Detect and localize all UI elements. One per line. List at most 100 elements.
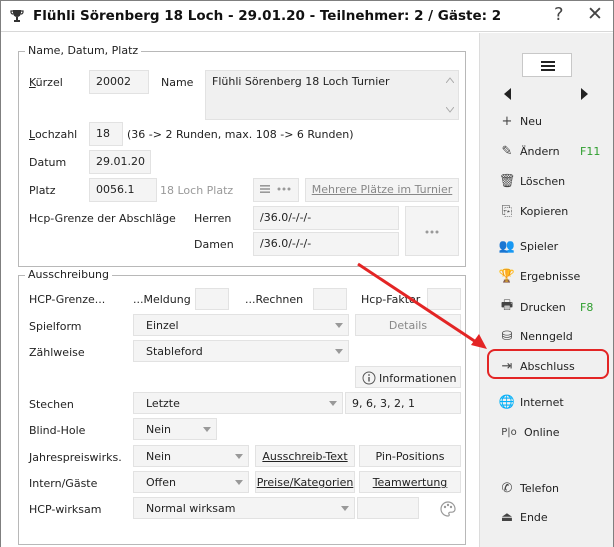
- ausschreibung-group: Ausschreibung HCP-Grenze... ...Meldung .…: [18, 268, 466, 545]
- players-icon: 👥: [498, 238, 516, 254]
- blind-hole-label: Blind-Hole: [29, 424, 86, 437]
- sidebar-item-ergebnisse[interactable]: 🏆 Ergebnisse: [498, 266, 580, 286]
- sidebar-item-spieler[interactable]: 👥 Spieler: [498, 236, 558, 256]
- chevron-down-icon: [203, 427, 211, 432]
- window-title: Flühli Sörenberg 18 Loch - 29.01.20 - Te…: [33, 8, 502, 24]
- chevron-down-icon: [235, 454, 243, 459]
- menu-dots-icon: [260, 185, 291, 193]
- help-icon[interactable]: ?: [554, 4, 564, 25]
- chevron-right-icon[interactable]: [580, 87, 590, 101]
- sidebar-item-nenngeld[interactable]: ⛁ Nenngeld: [498, 326, 573, 346]
- pencil-icon: ✎: [501, 143, 513, 159]
- sidebar-item-kopieren[interactable]: ⎘ Kopieren: [498, 201, 568, 221]
- zaehlweise-label: Zählweise: [29, 346, 85, 359]
- globe-icon: 🌐: [498, 394, 516, 410]
- platz-hint: 18 Loch Platz: [160, 184, 234, 197]
- hcp-grenze-short-label: HCP-Grenze...: [29, 293, 106, 306]
- abschluss-highlight: [487, 349, 609, 379]
- pio-icon: P|o: [501, 426, 517, 438]
- sidebar-item-aendern[interactable]: ✎ Ändern: [498, 141, 560, 161]
- preise-kategorien-button[interactable]: Preise/Kategorien: [255, 471, 355, 493]
- lochzahl-hint: (36 -> 2 Runden, max. 108 -> 6 Runden): [127, 128, 354, 141]
- stechen-select[interactable]: Letzte: [133, 392, 343, 414]
- phone-icon: ✆: [501, 480, 513, 496]
- chevron-down-icon: [335, 323, 343, 328]
- kuerzel-field[interactable]: 20002: [89, 70, 149, 94]
- title-bar: Flühli Sörenberg 18 Loch - 29.01.20 - Te…: [1, 1, 613, 32]
- rechnen-label: ...Rechnen: [245, 293, 304, 306]
- teamwertung-button[interactable]: Teamwertung: [359, 471, 461, 493]
- stechen-label: Stechen: [29, 398, 74, 411]
- damen-label: Damen: [194, 238, 234, 251]
- datum-field[interactable]: 29.01.20: [89, 150, 151, 174]
- meldung-label: ...Meldung: [133, 293, 191, 306]
- name-field[interactable]: Flühli Sörenberg 18 Loch Turnier: [205, 70, 459, 120]
- sidebar-item-neu[interactable]: + Neu: [498, 111, 542, 131]
- hcp-wirksam-extra-field[interactable]: [357, 497, 419, 519]
- shortcut-f8: F8: [580, 301, 594, 314]
- jahrespreis-label: Jahrespreiswirks.: [29, 451, 122, 464]
- rechnen-field[interactable]: [313, 288, 347, 310]
- chevron-down-icon: [335, 349, 343, 354]
- coins-icon: ⛁: [501, 328, 513, 344]
- stechen-holes-field[interactable]: 9, 6, 3, 2, 1: [345, 392, 461, 414]
- hcp-grenze-label: Hcp-Grenze der Abschläge: [29, 212, 176, 225]
- scroll-down-icon[interactable]: [446, 107, 454, 113]
- meldung-field[interactable]: [195, 288, 229, 310]
- spielform-select[interactable]: Einzel: [133, 314, 349, 336]
- sidebar-item-ende[interactable]: ⏏ Ende: [498, 507, 548, 527]
- spielform-label: Spielform: [29, 320, 82, 333]
- sidebar-item-internet[interactable]: 🌐 Internet: [498, 392, 564, 412]
- platz-field[interactable]: 0056.1: [89, 178, 157, 202]
- more-dots-icon: [425, 230, 439, 234]
- scroll-up-icon[interactable]: [446, 77, 454, 83]
- copy-icon: ⎘: [501, 203, 513, 219]
- platz-menu-button[interactable]: [253, 178, 299, 202]
- details-button[interactable]: Details: [355, 314, 461, 336]
- kuerzel-label: Kürzel: [29, 76, 63, 89]
- herren-field[interactable]: /36.0/-/-/-: [253, 206, 399, 230]
- platz-label: Platz: [29, 184, 56, 197]
- trophy-icon: 🏆: [498, 268, 516, 284]
- main-panel: Name, Datum, Platz Kürzel 20002 Name Flü…: [1, 33, 479, 547]
- close-icon[interactable]: ✕: [587, 3, 603, 25]
- sidebar-item-telefon[interactable]: ✆ Telefon: [498, 478, 559, 498]
- trash-icon: 🗑: [498, 173, 516, 189]
- info-icon: [362, 371, 376, 385]
- intern-gaeste-select[interactable]: Offen: [133, 471, 249, 493]
- shortcut-f11: F11: [580, 145, 601, 158]
- chevron-down-icon: [235, 480, 243, 485]
- sidebar-item-drucken[interactable]: 🖶 Drucken: [498, 297, 566, 317]
- menu-button[interactable]: [522, 53, 572, 77]
- hcp-wirksam-select[interactable]: Normal wirksam: [133, 497, 355, 519]
- datum-label: Datum: [29, 156, 67, 169]
- zaehlweise-select[interactable]: Stableford: [133, 340, 349, 362]
- name-label: Name: [161, 76, 194, 89]
- intern-gaeste-label: Intern/Gäste: [29, 477, 98, 490]
- ausschreib-text-button[interactable]: Ausschreib-Text: [255, 445, 355, 467]
- action-sidebar: + Neu ✎ Ändern F11 🗑 Löschen ⎘ Kopieren 👥 Spi…: [479, 33, 613, 547]
- tournament-window: Flühli Sörenberg 18 Loch - 29.01.20 - Te…: [0, 0, 614, 547]
- lochzahl-field[interactable]: 18: [89, 122, 123, 146]
- group-legend: Ausschreibung: [25, 268, 112, 281]
- chevron-down-icon: [341, 506, 349, 511]
- hcp-faktor-field[interactable]: [427, 288, 461, 310]
- palette-icon[interactable]: [439, 500, 457, 518]
- name-date-place-group: Name, Datum, Platz Kürzel 20002 Name Flü…: [18, 44, 466, 267]
- damen-field[interactable]: /36.0/-/-/-: [253, 232, 399, 256]
- sidebar-item-online[interactable]: P|o Online: [498, 422, 559, 442]
- exit-icon: ⏏: [500, 509, 514, 525]
- trophy-icon: [10, 10, 24, 22]
- herren-label: Herren: [194, 212, 232, 225]
- plus-icon: +: [501, 113, 513, 129]
- hcp-more-button[interactable]: [405, 206, 459, 256]
- jahrespreis-select[interactable]: Nein: [133, 445, 249, 467]
- chevron-left-icon[interactable]: [502, 87, 512, 101]
- hcp-wirksam-label: HCP-wirksam: [29, 503, 102, 516]
- group-legend: Name, Datum, Platz: [25, 44, 142, 57]
- multiple-places-button[interactable]: Mehrere Plätze im Turnier: [305, 178, 459, 202]
- informationen-button[interactable]: Informationen: [355, 366, 461, 388]
- sidebar-item-loeschen[interactable]: 🗑 Löschen: [498, 171, 565, 191]
- pin-positions-button[interactable]: Pin-Positions: [359, 445, 461, 467]
- blind-hole-select[interactable]: Nein: [133, 418, 217, 440]
